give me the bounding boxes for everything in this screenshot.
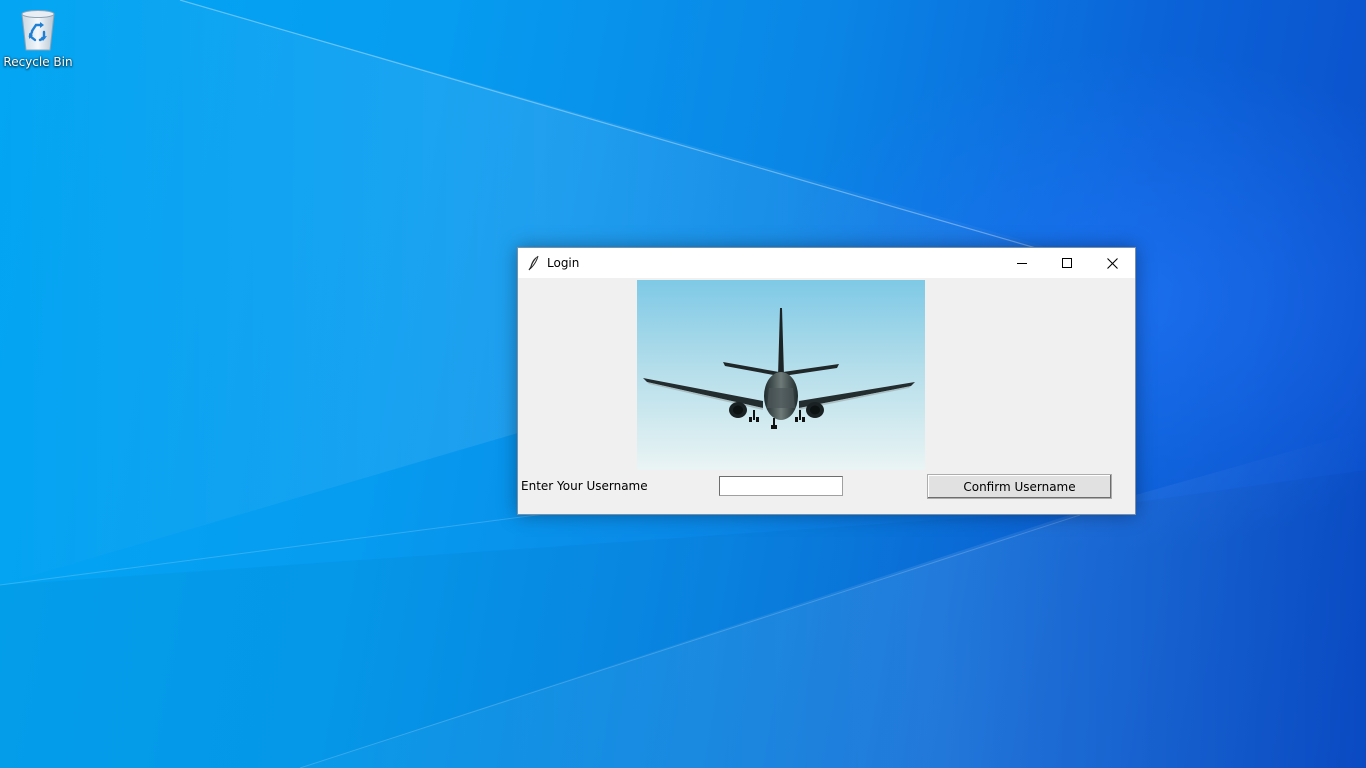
- confirm-username-button[interactable]: Confirm Username: [927, 474, 1112, 499]
- username-input[interactable]: [719, 476, 843, 496]
- window-client-area: Enter Your Username Confirm Username: [518, 278, 1135, 514]
- airplane-photo: [637, 280, 925, 470]
- close-button[interactable]: [1089, 248, 1135, 278]
- maximize-button[interactable]: [1044, 248, 1090, 278]
- minimize-icon: [1017, 258, 1027, 268]
- window-title: Login: [547, 256, 580, 270]
- recycle-bin-icon: [16, 6, 60, 52]
- desktop-icon-label: Recycle Bin: [3, 55, 73, 69]
- maximize-icon: [1062, 258, 1072, 268]
- username-label: Enter Your Username: [521, 479, 648, 493]
- window-titlebar[interactable]: Login: [518, 248, 1135, 278]
- minimize-button[interactable]: [999, 248, 1045, 278]
- desktop-icon-recycle-bin[interactable]: Recycle Bin: [2, 6, 74, 76]
- close-icon: [1106, 257, 1118, 269]
- login-window: Login Enter Your Username Confirm Userna…: [517, 247, 1136, 515]
- feather-icon: [527, 255, 541, 271]
- desktop-background: Recycle Bin Login Enter Your Username Co…: [0, 0, 1366, 768]
